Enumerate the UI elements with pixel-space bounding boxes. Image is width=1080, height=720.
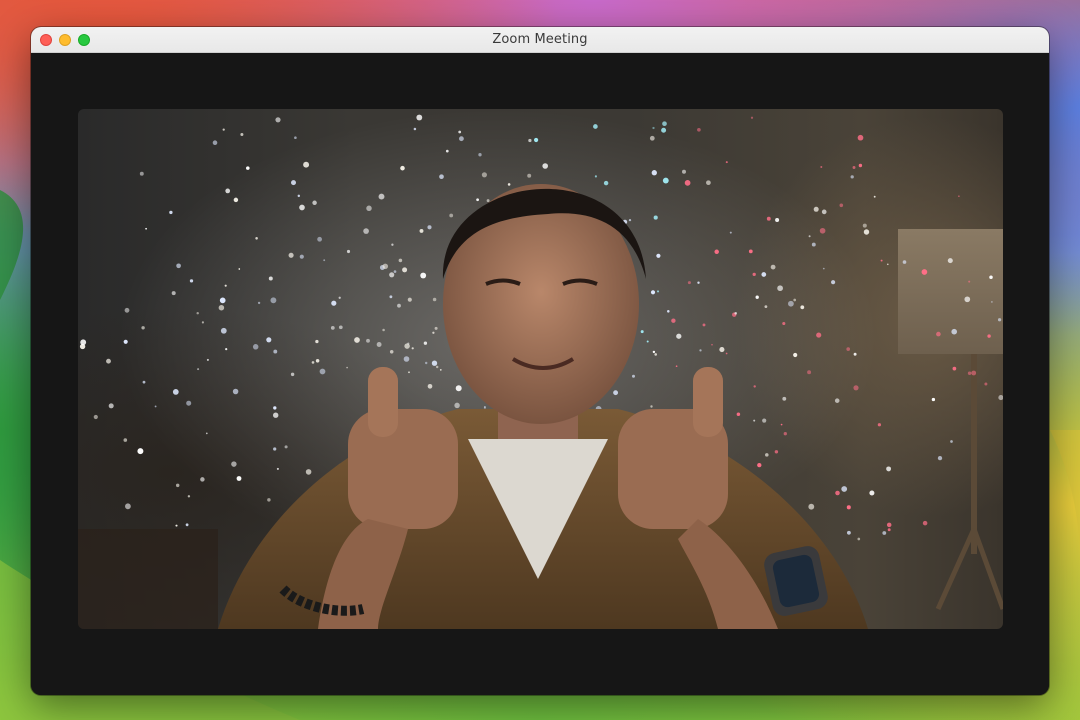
- meeting-area: [31, 53, 1049, 695]
- participant-video-feed: [78, 109, 1003, 629]
- lamp-legs: [935, 527, 1003, 611]
- furniture: [78, 529, 218, 629]
- lamp-shade: [898, 229, 1003, 354]
- participant-video-tile[interactable]: [78, 109, 1003, 629]
- window-title: Zoom Meeting: [492, 32, 588, 47]
- zoom-meeting-window: Zoom Meeting: [31, 27, 1049, 695]
- lamp-pole: [971, 354, 977, 554]
- window-titlebar[interactable]: Zoom Meeting: [31, 27, 1049, 53]
